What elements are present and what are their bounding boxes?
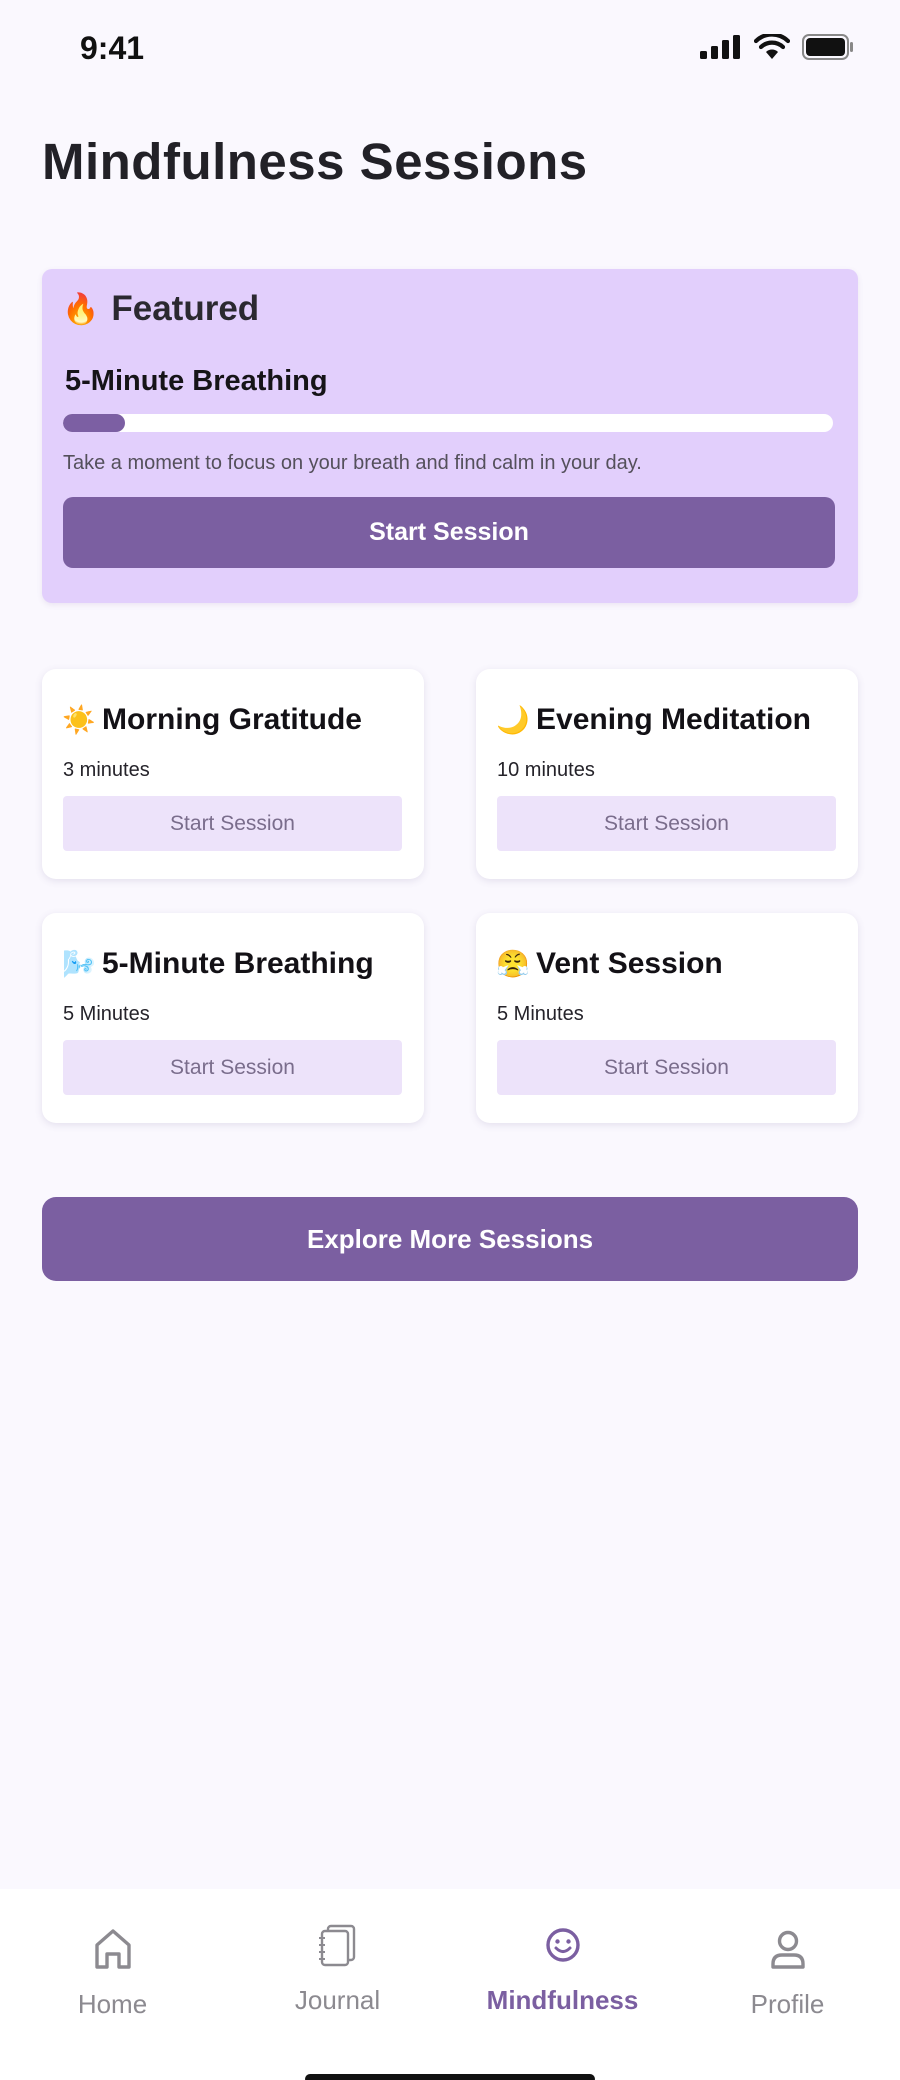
signal-icon (700, 35, 740, 59)
session-duration: 5 Minutes (497, 1003, 584, 1025)
start-session-button[interactable]: Start Session (63, 796, 402, 851)
featured-start-session-button[interactable]: Start Session (63, 497, 835, 568)
battery-icon (802, 34, 853, 60)
page-title: Mindfulness Sessions (42, 133, 588, 190)
nav-label: Journal (294, 1985, 381, 2015)
featured-description: Take a moment to focus on your breath an… (63, 452, 642, 474)
session-card-breathing[interactable]: 🌬️ 5-Minute Breathing 5 Minutes Start Se… (42, 913, 424, 1123)
featured-label: Featured (111, 289, 260, 328)
featured-progress-fill (63, 414, 125, 432)
featured-card: 🔥 Featured 5-Minute Breathing Take a mom… (42, 269, 858, 603)
featured-session-title: 5-Minute Breathing (65, 365, 328, 397)
wifi-icon (754, 34, 790, 59)
session-card-vent[interactable]: 😤 Vent Session 5 Minutes Start Session (476, 913, 858, 1123)
featured-header: 🔥 Featured (62, 289, 259, 329)
person-icon (766, 1925, 810, 1973)
card-header: 😤 Vent Session (496, 947, 723, 981)
session-title: Vent Session (536, 947, 723, 980)
session-title: Evening Meditation (536, 703, 812, 736)
status-time: 9:41 (80, 30, 145, 66)
card-header: ☀️ Morning Gratitude (62, 703, 362, 737)
smiley-icon (541, 1921, 585, 1969)
session-duration: 3 minutes (63, 759, 150, 781)
session-title: Morning Gratitude (102, 703, 362, 736)
bottom-nav: Home Journal Mindfulness Profile (0, 1889, 900, 2080)
home-icon (91, 1925, 135, 1973)
wind-icon: 🌬️ (62, 949, 96, 979)
sun-icon: ☀️ (62, 705, 96, 735)
start-session-button[interactable]: Start Session (497, 796, 836, 851)
card-header: 🌙 Evening Meditation (496, 703, 811, 737)
nav-item-profile[interactable]: Profile (675, 1925, 900, 2045)
session-card-evening-meditation[interactable]: 🌙 Evening Meditation 10 minutes Start Se… (476, 669, 858, 879)
steam-face-icon: 😤 (496, 949, 530, 979)
card-header: 🌬️ 5-Minute Breathing (62, 947, 374, 981)
start-session-button[interactable]: Start Session (63, 1040, 402, 1095)
nav-item-home[interactable]: Home (0, 1925, 225, 2045)
moon-icon: 🌙 (496, 705, 530, 735)
start-session-button[interactable]: Start Session (497, 1040, 836, 1095)
session-duration: 10 minutes (497, 759, 595, 781)
session-duration: 5 Minutes (63, 1003, 150, 1025)
featured-progress-bar (63, 414, 833, 432)
session-card-morning-gratitude[interactable]: ☀️ Morning Gratitude 3 minutes Start Ses… (42, 669, 424, 879)
journal-icon (316, 1921, 360, 1969)
fire-icon: 🔥 (62, 292, 100, 326)
nav-label: Mindfulness (486, 1985, 639, 2015)
explore-more-sessions-button[interactable]: Explore More Sessions (42, 1197, 858, 1281)
session-title: 5-Minute Breathing (102, 947, 374, 980)
home-indicator (305, 2074, 595, 2080)
status-bar: 9:41 (0, 0, 900, 100)
nav-label: Home (77, 1989, 148, 2019)
nav-item-journal[interactable]: Journal (225, 1921, 450, 2041)
status-icons (700, 34, 854, 60)
nav-label: Profile (750, 1989, 825, 2019)
nav-item-mindfulness[interactable]: Mindfulness (450, 1921, 675, 2041)
